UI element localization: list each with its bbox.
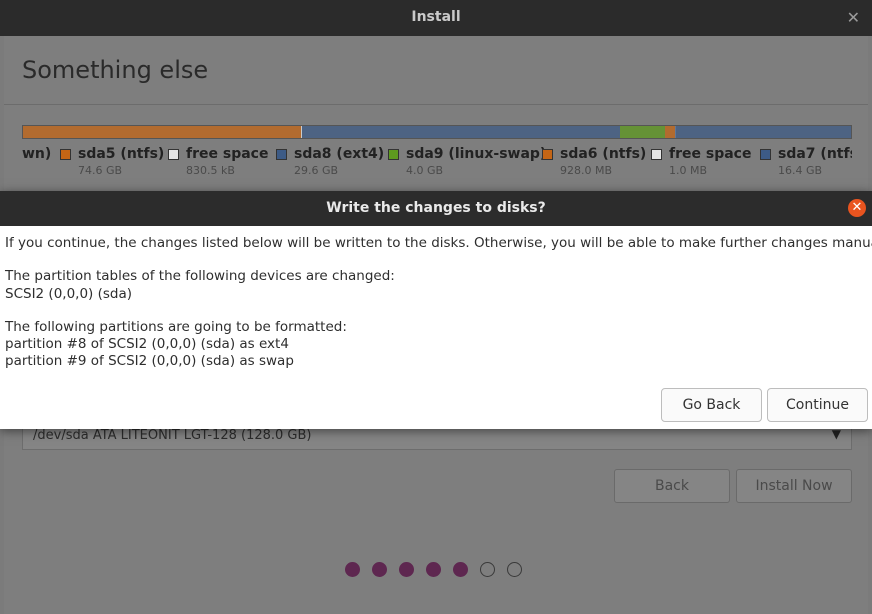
dialog-format-heading: The following partitions are going to be… — [5, 319, 347, 335]
partition-bar — [22, 125, 852, 139]
legend-item-name: sda5 (ntfs) — [78, 146, 165, 162]
page-title: Something else — [22, 56, 209, 84]
step-dot-complete — [345, 562, 360, 577]
dialog-header[interactable]: Write the changes to disks? ✕ — [0, 191, 872, 226]
step-dot-pending — [507, 562, 522, 577]
legend-item-name: sda9 (linux-swap) — [406, 146, 547, 162]
partition-bar-segment — [23, 126, 302, 138]
legend-swatch — [168, 149, 179, 160]
window-close-icon[interactable]: ✕ — [847, 8, 860, 27]
continue-button[interactable]: Continue — [767, 388, 868, 422]
title-divider — [4, 104, 868, 105]
legend-item-size: 4.0 GB — [406, 164, 444, 177]
legend-item-name: free space — [669, 146, 752, 162]
window-title: Install — [411, 9, 461, 25]
legend-swatch — [760, 149, 771, 160]
go-back-button[interactable]: Go Back — [661, 388, 762, 422]
legend-item-size: 29.6 GB — [294, 164, 339, 177]
legend-item-size: 1.0 MB — [669, 164, 708, 177]
legend-item-name: sda6 (ntfs) — [560, 146, 647, 162]
legend-item-name: sda8 (ext4) — [294, 146, 385, 162]
back-button[interactable]: Back — [614, 469, 730, 503]
legend-item-size: 830.5 kB — [186, 164, 235, 177]
legend-item-size: 16.4 GB — [778, 164, 823, 177]
install-now-button[interactable]: Install Now — [736, 469, 852, 503]
dialog-intro: If you continue, the changes listed belo… — [5, 235, 872, 251]
legend-swatch — [60, 149, 71, 160]
chevron-down-icon: ▼ — [831, 427, 841, 441]
partition-legend: wn) sda5 (ntfs) 74.6 GB free space 830.5… — [22, 146, 852, 182]
partition-bar-segment — [302, 126, 620, 138]
dialog-format-item: partition #8 of SCSI2 (0,0,0) (sda) as e… — [5, 336, 289, 352]
legend-swatch — [651, 149, 662, 160]
bootloader-device-value: /dev/sda ATA LITEONIT LGT-128 (128.0 GB) — [33, 428, 312, 443]
dialog-tables-item: SCSI2 (0,0,0) (sda) — [5, 286, 133, 302]
legend-item-name: wn) — [22, 146, 52, 162]
partition-bar-segment — [675, 126, 851, 138]
step-dot-complete — [426, 562, 441, 577]
step-dot-complete — [372, 562, 387, 577]
step-dot-pending — [480, 562, 495, 577]
step-progress-dots — [345, 562, 535, 578]
dialog-format-item: partition #9 of SCSI2 (0,0,0) (sda) as s… — [5, 353, 294, 369]
legend-item-size: 74.6 GB — [78, 164, 123, 177]
dialog-title: Write the changes to disks? — [326, 200, 546, 216]
dialog-tables-heading: The partition tables of the following de… — [5, 268, 395, 284]
legend-item-name: sda7 (ntfs) — [778, 146, 852, 162]
step-dot-complete — [453, 562, 468, 577]
window-titlebar[interactable]: Install ✕ — [0, 0, 872, 36]
step-dot-complete — [399, 562, 414, 577]
legend-swatch — [276, 149, 287, 160]
write-changes-dialog: Write the changes to disks? ✕ If you con… — [0, 191, 872, 429]
installer-window: Install ✕ Something else wn) sda5 (ntfs)… — [0, 0, 872, 614]
legend-item-size: 928.0 MB — [560, 164, 613, 177]
legend-swatch — [388, 149, 399, 160]
partition-bar-segment — [664, 126, 675, 138]
dialog-close-icon[interactable]: ✕ — [848, 199, 866, 217]
partition-bar-segment — [619, 126, 665, 138]
legend-swatch — [542, 149, 553, 160]
legend-item-name: free space — [186, 146, 269, 162]
